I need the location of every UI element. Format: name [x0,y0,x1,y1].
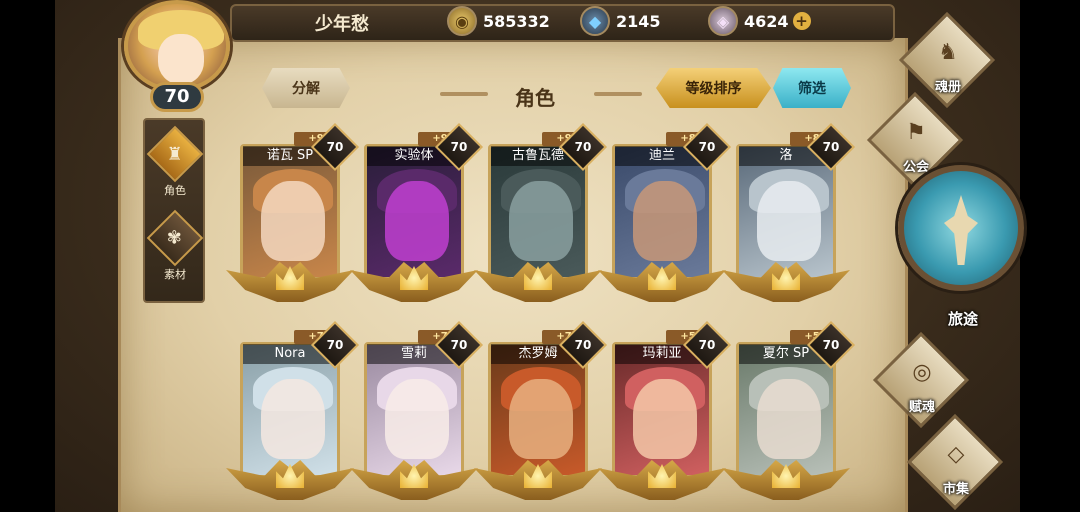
title-ornament-right [594,92,642,96]
avatar-portrait [124,0,230,92]
tab-characters-label: 角色 [164,184,186,197]
guild-icon: ⚑ [906,119,926,145]
character-level: 70 [822,140,840,154]
journey-label: 旅途 [947,310,978,328]
character-card[interactable]: 诺瓦 SP +9 70 [226,122,360,310]
side-tab-panel: ♜ 角色 ✾ 素材 [143,118,205,303]
character-level: 70 [698,338,716,352]
material-icon: ✾ [167,227,183,249]
character-level: 70 [326,338,344,352]
blue-crystal-icon: ◆ [580,6,610,36]
market-label: 市集 [942,482,969,497]
character-level: 70 [326,140,344,154]
decompose-button[interactable]: 分解 [262,68,350,108]
left-black-bar [0,0,55,512]
add-crystal-button[interactable]: + [792,12,811,30]
helmet-icon: ♜ [166,143,184,165]
character-level: 70 [450,338,468,352]
character-level: 70 [574,140,592,154]
gold-value: 585332 [483,11,550,31]
soul-infuse-label: 赋魂 [908,400,935,415]
character-card[interactable]: 雪莉 +7 70 [350,320,484,508]
character-card[interactable]: 玛莉亚 +5 70 [598,320,732,508]
character-level: 70 [450,140,468,154]
tab-characters[interactable]: ♜ 角色 [146,125,204,198]
character-level: 70 [574,338,592,352]
crystal-counter: ◈ 4624 + [708,6,811,36]
market-icon: ◇ [947,441,965,467]
tab-materials-label: 素材 [164,268,186,281]
character-card[interactable]: 古鲁瓦德 +9 70 [474,122,608,310]
gem-value: 2145 [616,11,661,31]
gem-counter: ◆ 2145 [580,6,661,36]
character-level: 70 [698,140,716,154]
player-name: 少年愁 [315,14,369,35]
player-avatar[interactable]: 70 [112,0,242,112]
journey-button[interactable] [898,165,1024,291]
character-card[interactable]: 迪兰 +8 70 [598,122,732,310]
player-level-badge: 70 [150,82,204,112]
character-card[interactable]: 实验体 +9 70 [350,122,484,310]
character-card[interactable]: Nora +7 70 [226,320,360,508]
page-title: 角色 [515,86,555,110]
sort-by-level-button[interactable]: 等级排序 [656,68,771,108]
filter-button[interactable]: 筛选 [773,68,851,108]
tab-materials[interactable]: ✾ 素材 [146,209,204,282]
character-card[interactable]: 夏尔 SP +5 70 [722,320,856,508]
character-card[interactable]: 洛 +8 70 [722,122,856,310]
market-button[interactable]: ◇ 市集 [906,413,1006,512]
pink-gem-icon: ◈ [708,6,738,36]
soul-infuse-icon: ◎ [912,359,932,385]
character-card[interactable]: 杰罗姆 +7 70 [474,320,608,508]
soul-book-icon: ♞ [938,39,958,65]
journey-icon [944,195,978,265]
character-level: 70 [822,338,840,352]
gold-counter: ◉ 585332 [447,6,550,36]
crystal-value: 4624 [744,11,789,31]
gold-coin-icon: ◉ [447,6,477,36]
right-black-bar [1020,0,1080,512]
